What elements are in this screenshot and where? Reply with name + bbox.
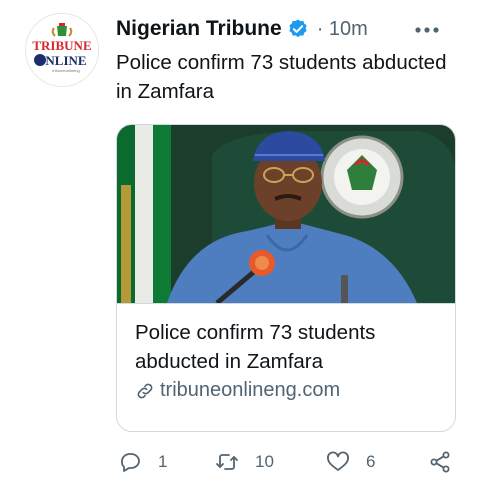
like-button[interactable]: 6 bbox=[326, 450, 375, 474]
logo-text-top: TRIBUNE bbox=[32, 38, 91, 53]
author-avatar[interactable]: TRIBUNE NLINE tribuneonlineng bbox=[25, 13, 99, 87]
heart-icon bbox=[327, 451, 349, 471]
card-image bbox=[117, 125, 455, 304]
logo-text-small: tribuneonlineng bbox=[52, 68, 79, 73]
like-count: 6 bbox=[366, 452, 376, 471]
share-icon bbox=[430, 451, 450, 473]
verified-badge-icon bbox=[289, 19, 307, 38]
retweet-button[interactable]: 10 bbox=[215, 450, 274, 474]
more-dots-icon bbox=[415, 27, 439, 33]
logo-text-bottom: NLINE bbox=[45, 53, 86, 68]
link-card[interactable]: Police confirm 73 students abducted in Z… bbox=[116, 124, 456, 432]
tweet-text: Police confirm 73 students abducted in Z… bbox=[116, 51, 447, 103]
card-body: Police confirm 73 students abducted in Z… bbox=[135, 318, 441, 402]
author-name[interactable]: Nigerian Tribune bbox=[116, 17, 282, 41]
card-domain: tribuneonlineng.com bbox=[135, 379, 441, 402]
reply-button[interactable]: 1 bbox=[118, 450, 167, 474]
tribune-logo: TRIBUNE NLINE tribuneonlineng bbox=[26, 14, 98, 86]
link-icon bbox=[137, 383, 153, 398]
tweet-actions: 1 10 6 bbox=[116, 450, 456, 478]
reply-count: 1 bbox=[158, 452, 168, 471]
tweet-timestamp[interactable]: · 10m bbox=[317, 18, 368, 41]
tweet-header: Nigerian Tribune · 10m bbox=[116, 14, 464, 44]
share-button[interactable] bbox=[428, 450, 452, 474]
more-options-button[interactable] bbox=[412, 18, 442, 42]
retweet-count: 10 bbox=[255, 452, 274, 471]
tweet[interactable]: TRIBUNE NLINE tribuneonlineng Nigerian T… bbox=[0, 0, 480, 503]
card-domain-text: tribuneonlineng.com bbox=[160, 379, 341, 401]
reply-icon bbox=[121, 453, 140, 472]
card-title: Police confirm 73 students abducted in Z… bbox=[135, 321, 376, 373]
retweet-icon bbox=[216, 454, 238, 470]
